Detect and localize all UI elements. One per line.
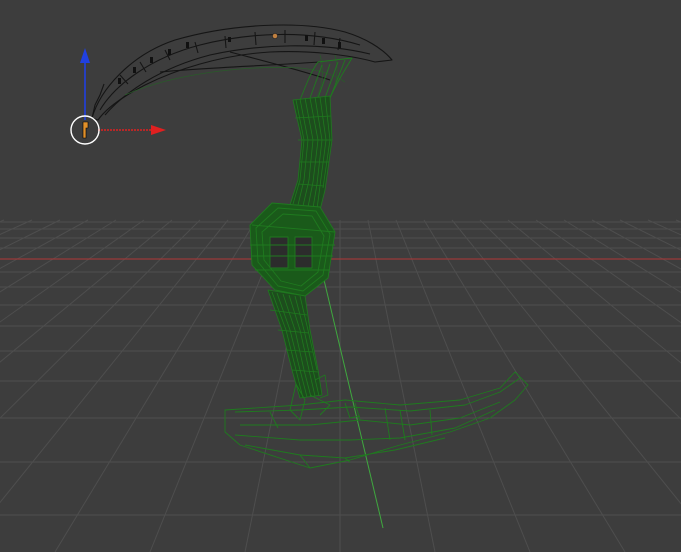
lower-handle-mesh[interactable] xyxy=(267,289,329,399)
grid-line xyxy=(591,219,681,270)
grid-line xyxy=(0,219,145,323)
gizmo-x-arrow[interactable] xyxy=(151,125,166,135)
grid-line xyxy=(535,219,681,324)
blade-mesh[interactable] xyxy=(91,24,393,121)
grid-line xyxy=(0,219,229,504)
grip-mesh[interactable] xyxy=(249,202,336,297)
grid-line xyxy=(0,219,117,293)
grid-line xyxy=(451,219,681,505)
grid-line xyxy=(563,219,681,294)
grid-line xyxy=(0,219,61,251)
3d-viewport[interactable] xyxy=(0,0,681,552)
grid-line xyxy=(423,219,626,552)
grid-line xyxy=(395,219,531,552)
gizmo-z-arrow[interactable] xyxy=(80,48,90,63)
floor-grid xyxy=(0,219,681,552)
grid-line xyxy=(367,219,436,552)
object-origin-icon xyxy=(82,121,89,139)
lower-blade-mesh[interactable] xyxy=(224,371,529,469)
upper-handle-mesh[interactable] xyxy=(289,95,333,211)
grid-line xyxy=(619,219,681,251)
grid-line xyxy=(0,219,89,270)
scythe-mesh[interactable] xyxy=(91,24,529,469)
grid-line xyxy=(54,219,257,552)
blade-rivet xyxy=(272,33,278,39)
blade-notches xyxy=(118,35,341,84)
grid-line xyxy=(0,219,173,363)
viewport-canvas[interactable] xyxy=(0,0,681,552)
grid-line xyxy=(0,219,33,235)
grid-line xyxy=(647,219,681,236)
